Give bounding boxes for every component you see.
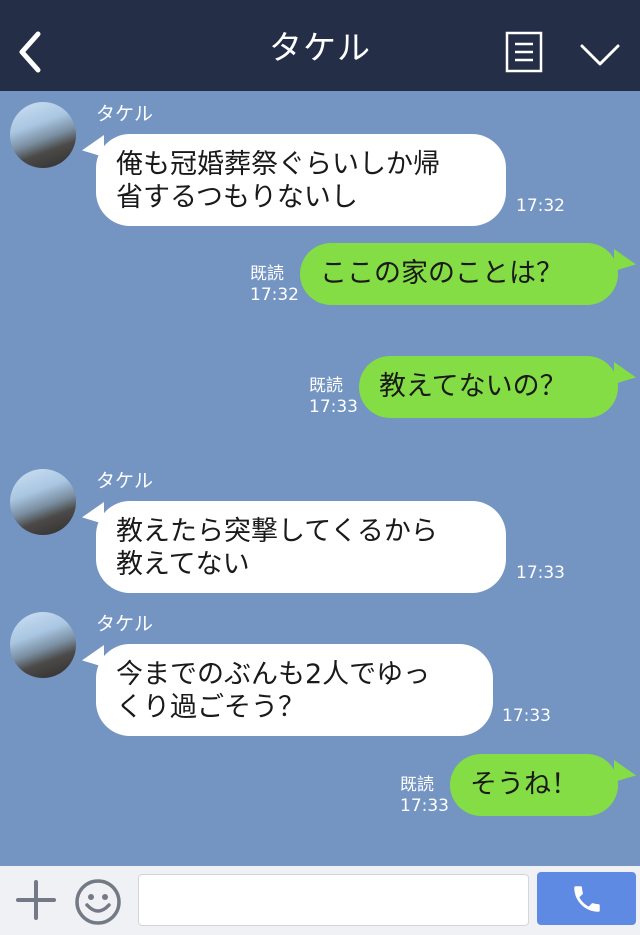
message-line: 省するつもりないし (116, 182, 358, 213)
message-input[interactable] (138, 874, 529, 926)
message-line: 教えてない (116, 549, 250, 580)
read-label: 既読 (309, 376, 343, 396)
menu-button[interactable] (504, 30, 544, 74)
message-time: 17:33 (502, 706, 551, 726)
message-bubble[interactable]: 今までのぶんも2人でゆっ くり過ごそう？ (96, 644, 493, 736)
sender-name: タケル (96, 103, 154, 125)
message-line: 今までのぶんも2人でゆっ (116, 659, 431, 690)
composer-bar (0, 866, 640, 935)
message-line: 俺も冠婚葬祭ぐらいしか帰 (116, 149, 440, 180)
message-time: 17:32 (516, 196, 565, 216)
read-receipt: 既読 17:32 (250, 264, 299, 306)
read-label: 既読 (250, 264, 284, 284)
read-receipt: 既読 17:33 (309, 376, 358, 418)
read-receipt: 既読 17:33 (400, 775, 449, 817)
read-label: 既読 (400, 775, 434, 795)
bubble-tail (614, 760, 636, 782)
call-button[interactable] (537, 872, 636, 925)
sender-name: タケル (96, 470, 154, 492)
emoji-icon (75, 879, 121, 925)
add-button[interactable] (14, 878, 58, 922)
chat-title: タケル (269, 28, 371, 67)
menu-list-icon (505, 31, 543, 73)
emoji-button[interactable] (74, 878, 122, 926)
chevron-down-icon (580, 44, 620, 66)
message-time: 17:32 (250, 285, 299, 305)
chat-area[interactable]: タケル 俺も冠婚葬祭ぐらいしか帰 省するつもりないし 17:32 既読 17:3… (0, 91, 640, 866)
avatar[interactable] (10, 102, 76, 168)
message-time: 17:33 (309, 397, 358, 417)
bubble-tail (614, 362, 636, 384)
avatar[interactable] (10, 612, 76, 678)
message-bubble[interactable]: 教えたら突撃してくるから 教えてない (96, 501, 506, 593)
message-line: 教えたら突撃してくるから (116, 516, 438, 547)
avatar[interactable] (10, 469, 76, 535)
collapse-button[interactable] (576, 38, 624, 72)
message-bubble[interactable]: 俺も冠婚葬祭ぐらいしか帰 省するつもりないし (96, 134, 506, 226)
bubble-tail (614, 249, 636, 271)
message-time: 17:33 (400, 796, 449, 816)
message-line: くり過ごそう？ (116, 692, 305, 723)
message-line: そうね！ (470, 769, 578, 800)
sender-name: タケル (96, 613, 154, 635)
message-line: ここの家のことは？ (320, 258, 563, 289)
plus-icon (16, 880, 56, 920)
message-bubble[interactable]: 教えてないの？ (359, 356, 618, 418)
message-bubble[interactable]: そうね！ (450, 754, 618, 816)
chat-header: タケル (0, 0, 640, 91)
message-line: 教えてないの？ (379, 371, 567, 402)
message-time: 17:33 (516, 563, 565, 583)
phone-icon (574, 886, 600, 912)
message-bubble[interactable]: ここの家のことは？ (300, 243, 618, 305)
